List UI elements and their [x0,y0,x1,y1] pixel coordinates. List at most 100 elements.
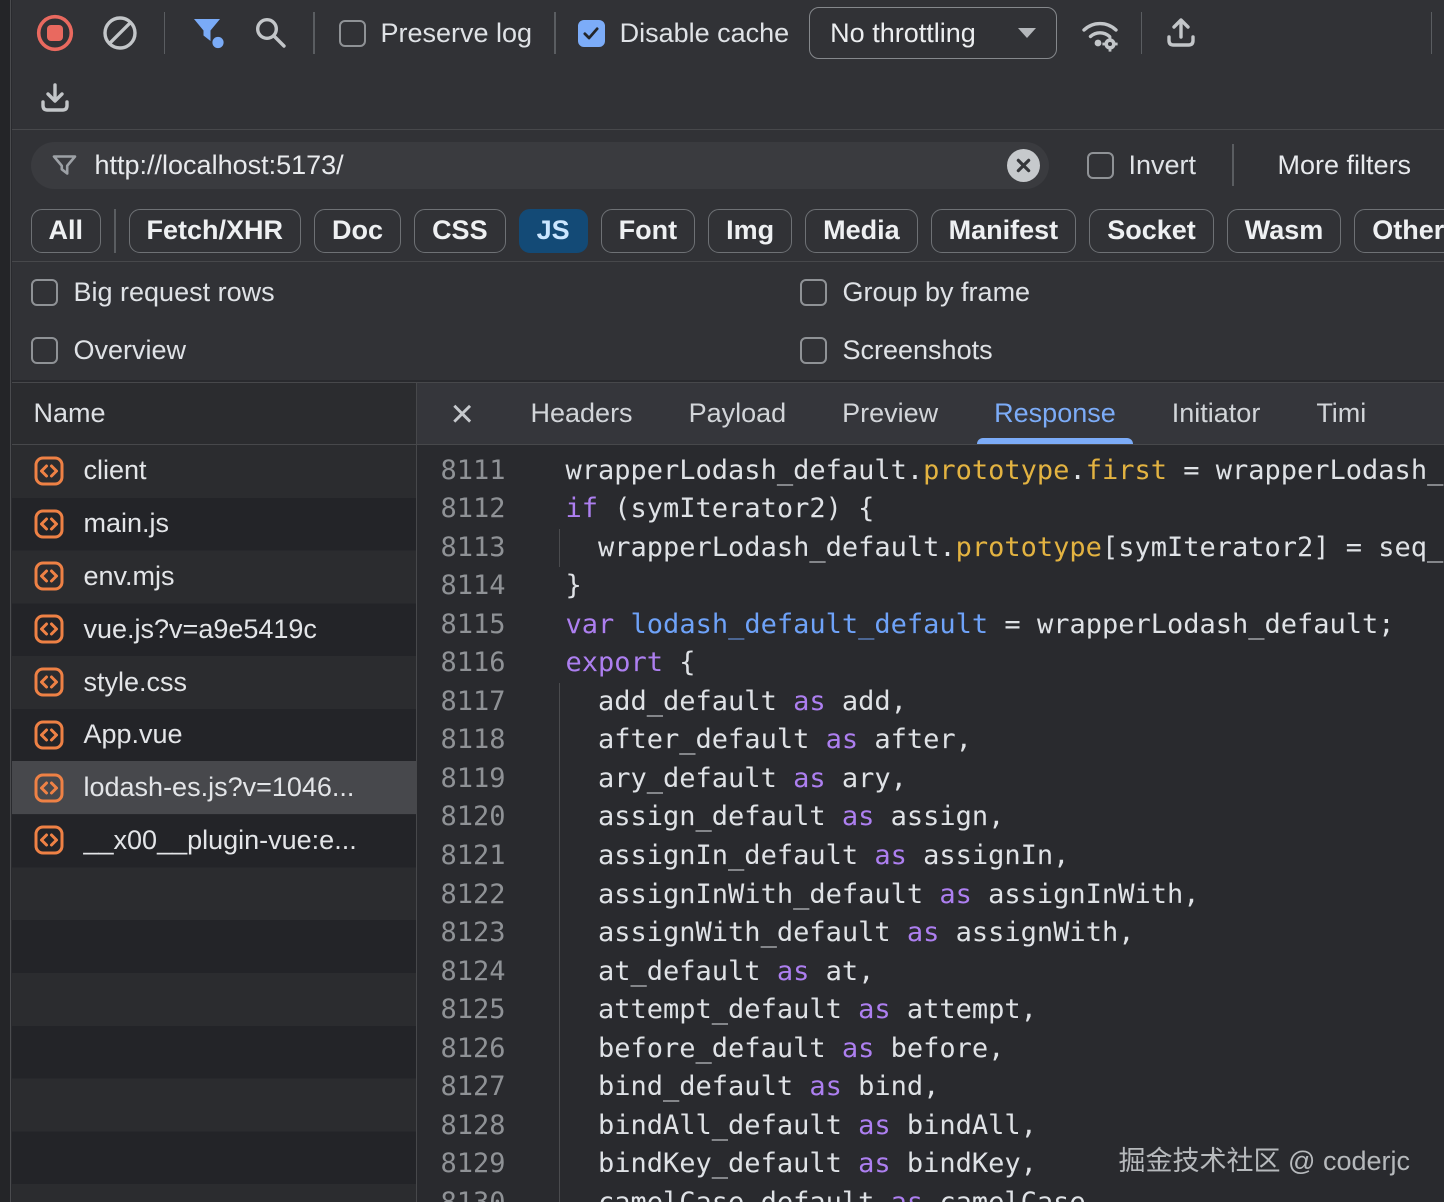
tab-payload[interactable]: Payload [689,383,787,445]
export-har-button[interactable] [1162,14,1200,52]
filter-chip-css[interactable]: CSS [414,209,506,253]
script-file-icon [34,561,64,591]
more-filters-button[interactable]: More filters [1278,150,1412,181]
indent-guide [559,1107,561,1146]
close-icon [1016,158,1031,173]
record-icon [36,14,74,52]
block-clear-icon [102,15,138,51]
preserve-log-checkbox[interactable] [339,20,366,47]
line-number: 8123 [417,914,506,953]
big-request-rows-label: Big request rows [74,277,275,308]
line-content: before_default as before, [566,1030,1005,1069]
code-line: 8123 assignWith_default as assignWith, [417,914,1444,953]
code-line: 8113 wrapperLodash_default.prototype[sym… [417,529,1444,568]
devtools-left-edge [0,0,11,1202]
request-row-env-mjs[interactable]: env.mjs [12,550,416,603]
code-line: 8119 ary_default as ary, [417,760,1444,799]
code-line: 8120 assign_default as assign, [417,798,1444,837]
name-column-header[interactable]: Name [12,383,416,445]
record-button[interactable] [36,14,74,52]
filter-toggle-button[interactable] [191,16,227,50]
disable-cache-checkbox[interactable] [578,20,605,47]
script-file-icon [34,614,64,644]
indent-guide [559,529,561,568]
filter-input[interactable]: http://localhost:5173/ [31,142,1049,189]
indent-guide [559,1030,561,1069]
filter-funnel-outline-icon [51,152,78,179]
invert-checkbox[interactable] [1087,152,1114,179]
filter-chip-font[interactable]: Font [601,209,695,253]
line-number: 8112 [417,490,506,529]
line-content: camelCase_default as camelCase [566,1184,1086,1202]
line-number: 8116 [417,644,506,683]
network-options: Big request rows Group by frame Overview [12,262,1444,380]
filter-chip-js[interactable]: JS [519,209,588,253]
request-row-lodash-es-js-v-1046[interactable]: lodash-es.js?v=1046... [12,761,416,814]
preserve-log-label: Preserve log [381,18,533,49]
code-line: 8114} [417,567,1444,606]
script-file-icon [34,456,64,486]
request-row-x00-plugin-vue-e[interactable]: __x00__plugin-vue:e... [12,814,416,867]
line-number: 8128 [417,1107,506,1146]
line-content: ary_default as ary, [566,760,907,799]
filter-chip-media[interactable]: Media [805,209,918,253]
script-file-icon [34,561,64,591]
search-button[interactable] [253,15,289,51]
filter-input-value[interactable]: http://localhost:5173/ [95,150,1007,181]
filter-chip-fetch-xhr[interactable]: Fetch/XHR [129,209,302,253]
code-line: 8117 add_default as add, [417,683,1444,722]
tab-headers[interactable]: Headers [531,383,633,445]
import-har-button[interactable] [36,79,74,117]
code-line: 8121 assignIn_default as assignIn, [417,837,1444,876]
screenshots-checkbox[interactable] [800,337,827,364]
filter-separator [1232,144,1234,186]
filter-chip-socket[interactable]: Socket [1089,209,1214,253]
detail-tabbar: × Headers Payload Preview Response Initiator… [417,383,1444,445]
tab-timi[interactable]: Timi [1316,383,1366,445]
request-row-vue-js-v-a9e5419c[interactable]: vue.js?v=a9e5419c [12,603,416,656]
script-file-icon [34,667,64,697]
filter-chip-all[interactable]: All [31,209,102,253]
request-row-app-vue[interactable]: App.vue [12,708,416,761]
big-request-rows-group: Big request rows [12,277,781,308]
code-line: 8125 attempt_default as attempt, [417,991,1444,1030]
filter-chip-img[interactable]: Img [708,209,792,253]
line-number: 8114 [417,567,506,606]
clear-filter-button[interactable] [1007,149,1040,182]
tab-initiator[interactable]: Initiator [1172,383,1261,445]
script-file-icon [34,773,64,803]
script-file-icon [34,720,64,750]
chips-separator [114,209,116,253]
network-main: Name client main.js env.mjsvue.js?v=a9e541… [12,382,1444,1202]
indent-guide [559,721,561,760]
line-number: 8120 [417,798,506,837]
toolbar-separator [554,12,556,54]
tab-preview[interactable]: Preview [842,383,938,445]
line-number: 8121 [417,837,506,876]
filter-chip-wasm[interactable]: Wasm [1227,209,1342,253]
network-conditions-button[interactable] [1079,13,1121,53]
request-row-main-js[interactable]: main.js [12,497,416,550]
filter-chip-doc[interactable]: Doc [314,209,401,253]
options-row-2: Overview Screenshots [12,321,1444,379]
overview-checkbox[interactable] [31,337,58,364]
big-request-rows-checkbox[interactable] [31,279,58,306]
code-line: 8115var lodash_default_default = wrapper… [417,606,1444,645]
clear-button[interactable] [102,15,138,51]
script-file-icon [34,667,64,697]
request-row-style-css[interactable]: style.css [12,656,416,709]
toolbar-separator [1431,12,1433,54]
close-icon[interactable]: × [451,383,474,445]
group-by-frame-checkbox[interactable] [800,279,827,306]
throttling-select[interactable]: No throttling [809,7,1057,59]
request-name: main.js [84,508,170,539]
request-row-client[interactable]: client [12,445,416,498]
response-code-viewer[interactable]: 8111wrapperLodash_default.prototype.firs… [417,445,1444,1202]
toolbar-separator [1141,12,1143,54]
indent-guide [559,914,561,953]
chevron-down-icon [1018,28,1036,38]
tab-response[interactable]: Response [994,383,1116,445]
filter-chip-other[interactable]: Other [1354,209,1444,253]
script-file-icon [34,825,64,855]
filter-chip-manifest[interactable]: Manifest [931,209,1077,253]
